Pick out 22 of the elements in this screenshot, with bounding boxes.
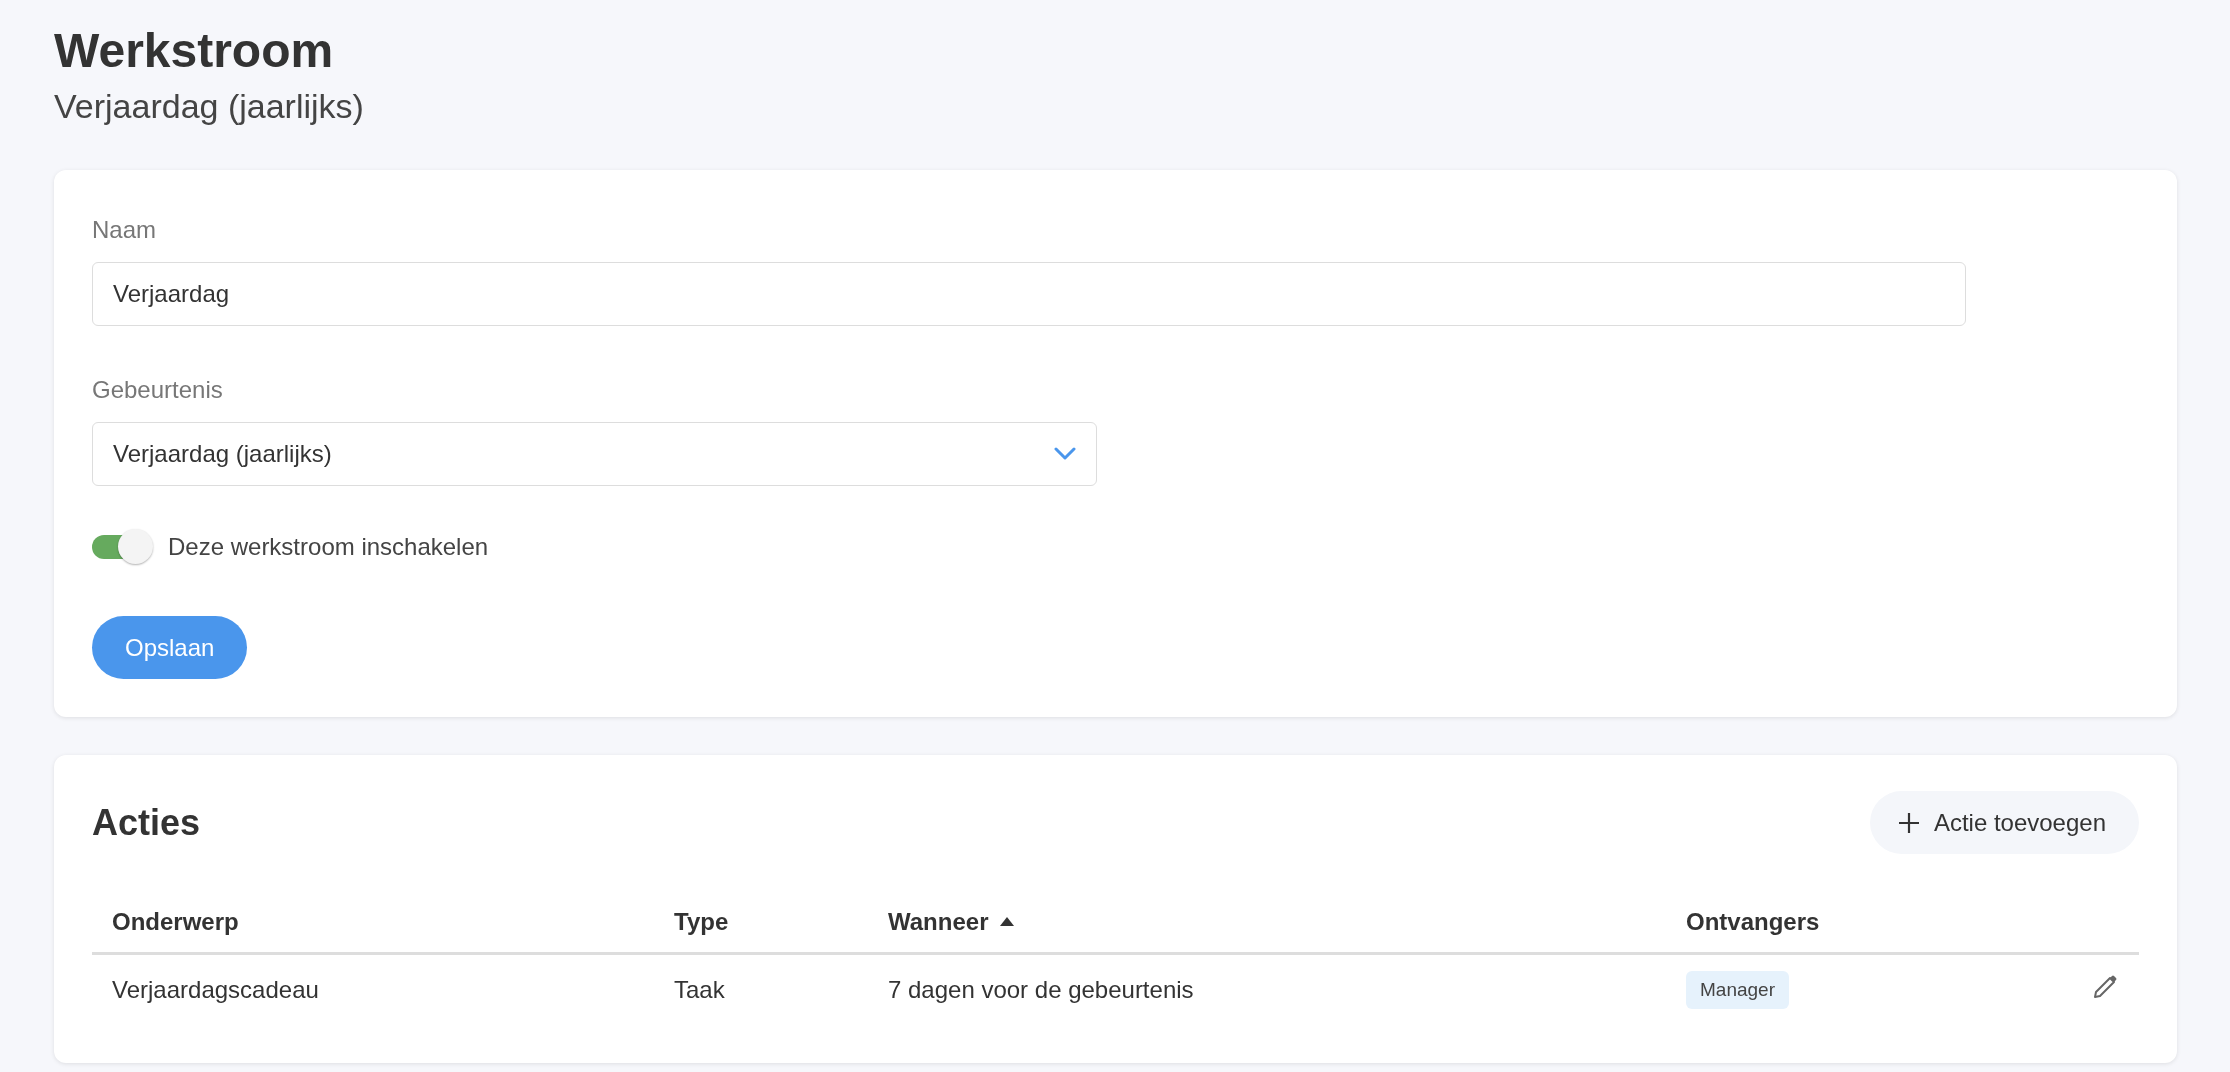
column-header[interactable]: Type: [654, 894, 868, 954]
event-select-field[interactable]: Verjaardag (jaarlijks): [92, 422, 1097, 486]
sort-ascending-icon: [1000, 917, 1015, 926]
chevron-down-icon: [1054, 447, 1076, 461]
field-label: Gebeurtenis: [92, 376, 223, 404]
section-title: Acties: [92, 801, 201, 844]
page-title: Werkstroom: [54, 23, 335, 79]
column-header[interactable]: Wanneer: [868, 894, 1666, 954]
name-input-field[interactable]: Verjaardag: [92, 262, 1966, 326]
plus-icon: [1897, 811, 1920, 834]
add-action-button[interactable]: Actie toevoegen: [1869, 791, 2139, 854]
toggle-switch[interactable]: [92, 528, 154, 566]
column-header[interactable]: Onderwerp: [92, 894, 654, 954]
table-cell: Taak: [654, 953, 868, 1027]
field-label: Naam: [92, 216, 157, 244]
edit-pencil-icon[interactable]: [2091, 973, 2119, 1001]
toggle-label: Deze werkstroom inschakelen: [168, 533, 489, 561]
table-cell: Verjaardagscadeau: [92, 953, 654, 1027]
page-subtitle: Verjaardag (jaarlijks): [54, 86, 365, 127]
column-header[interactable]: Ontvangers: [1666, 894, 2006, 954]
table-cell: 7 dagen voor de gebeurtenis: [868, 953, 1666, 1027]
recipient-tag: Manager: [1686, 971, 1789, 1009]
